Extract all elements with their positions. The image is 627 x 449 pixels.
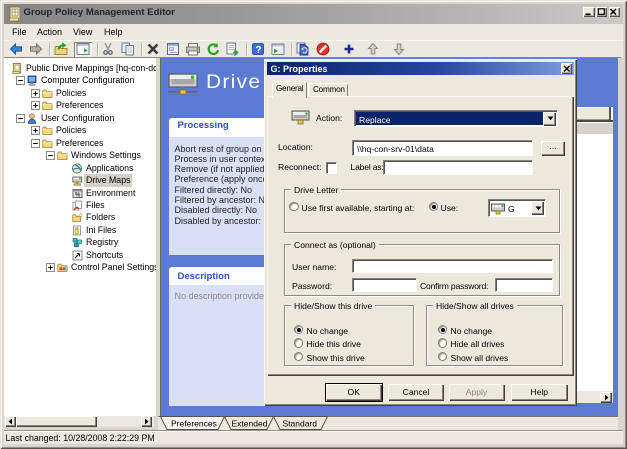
svg-text:Standard: Standard [283,418,318,428]
svg-text:?: ? [255,44,261,56]
svg-text:Preferences: Preferences [171,418,217,428]
svg-text:Extended: Extended [232,418,268,428]
svg-text:%: % [75,192,81,198]
